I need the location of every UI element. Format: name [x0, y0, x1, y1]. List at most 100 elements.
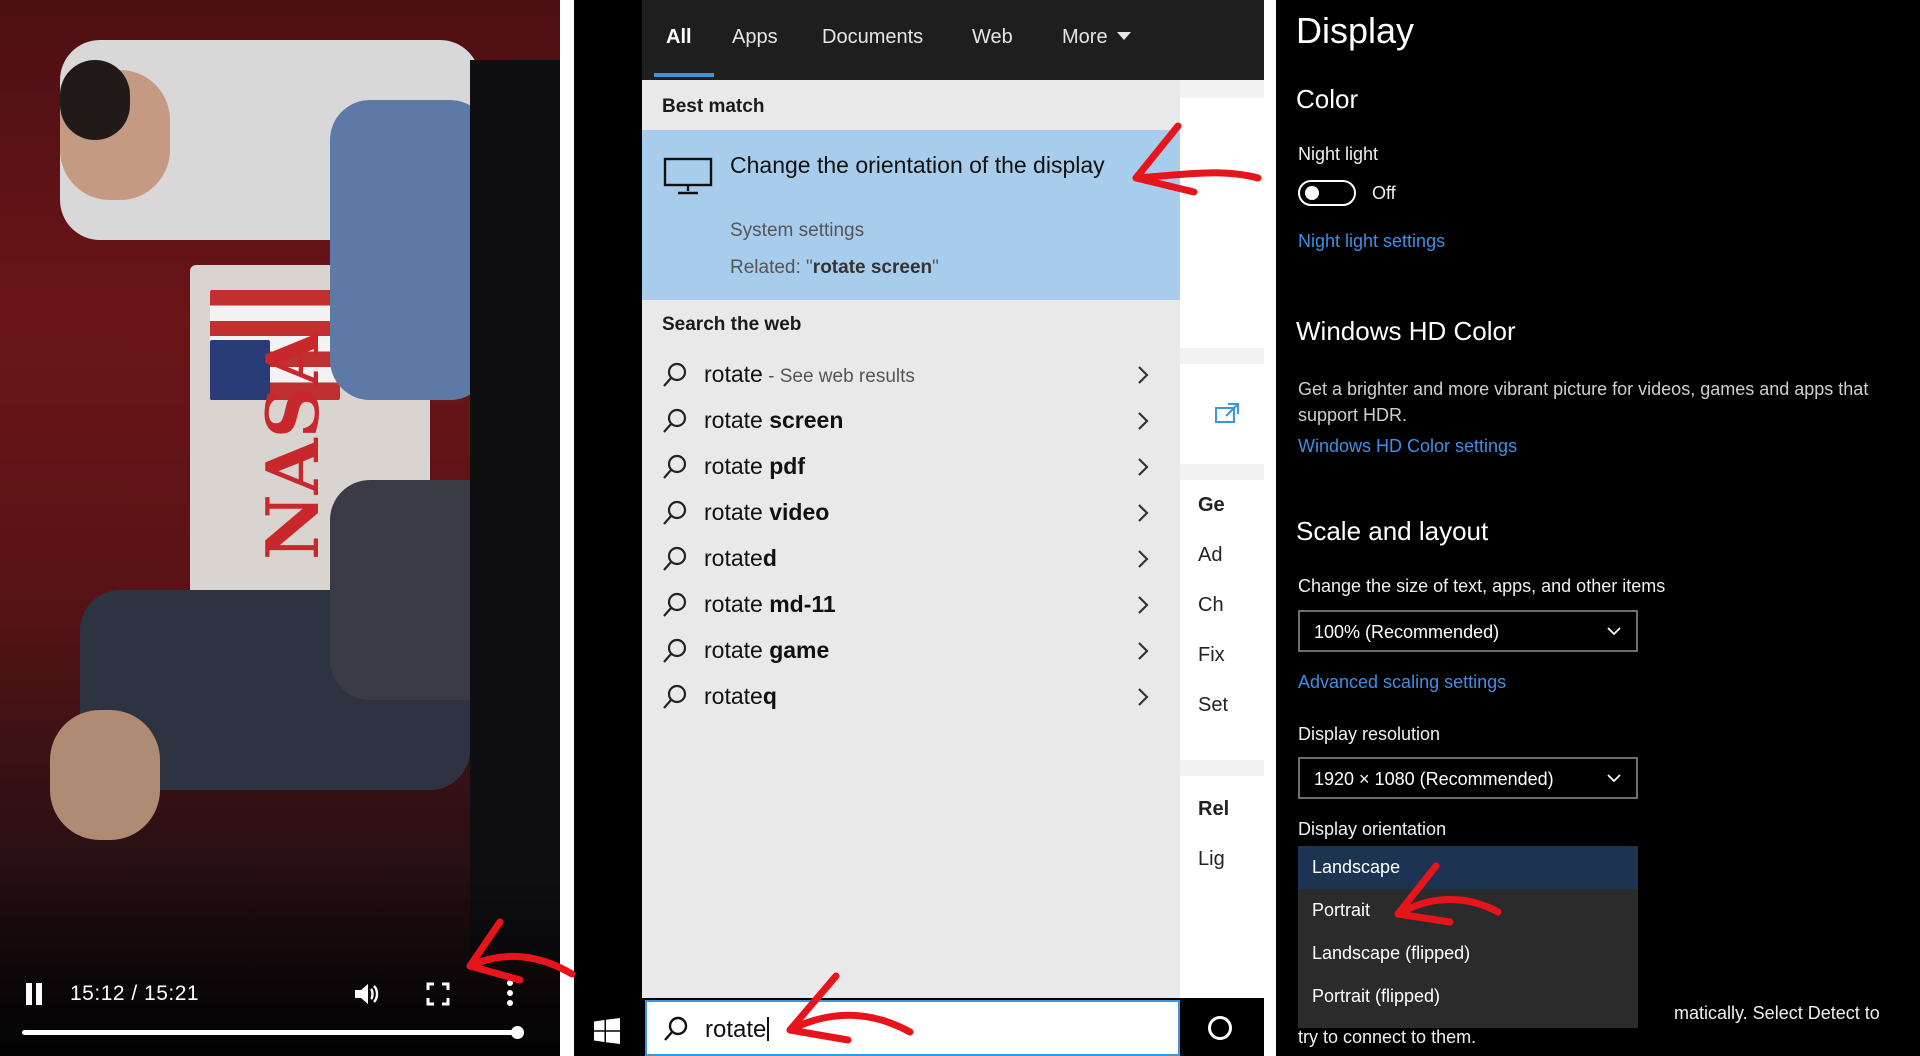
suggestion-bold: q [762, 683, 777, 709]
suggestion-text: rotate - See web results [704, 361, 915, 388]
resolution-label: Display resolution [1298, 724, 1441, 744]
suggestion-bold: game [769, 637, 830, 663]
web-suggestion-row[interactable]: rotate screen [642, 396, 1180, 446]
preview-item[interactable]: Ad [1198, 544, 1264, 567]
suggestion-text: rotate video [704, 499, 829, 526]
web-suggestion-row[interactable]: rotate game [642, 626, 1180, 676]
best-match-result[interactable]: Change the orientation of the display Sy… [642, 130, 1180, 300]
cortana-icon[interactable] [1208, 1016, 1232, 1040]
chevron-right-icon[interactable] [1136, 503, 1150, 523]
resolution-dropdown[interactable]: 1920 × 1080 (Recommended) [1298, 757, 1638, 799]
search-icon [663, 592, 687, 617]
tab-all[interactable]: All [666, 26, 692, 49]
video-progress-knob[interactable] [511, 1026, 524, 1039]
preview-item[interactable]: Ch [1198, 594, 1264, 617]
preview-related-header: Rel [1198, 798, 1230, 820]
hd-color-header: Windows HD Color [1296, 316, 1516, 346]
night-light-settings-link[interactable]: Night light settings [1298, 231, 1445, 252]
volume-icon[interactable] [352, 980, 380, 1008]
nasa-logo: NASA [250, 330, 335, 560]
orientation-option-portrait[interactable]: Portrait [1298, 889, 1638, 932]
web-suggestion-row[interactable]: rotate video [642, 488, 1180, 538]
related-prefix: Related: " [730, 257, 813, 278]
preview-pane: Ge Ad Ch Fix Set Rel Lig [1180, 80, 1264, 998]
related-suffix: " [932, 257, 939, 278]
web-suggestion-row[interactable]: rotated [642, 534, 1180, 584]
web-suggestion-row[interactable]: rotate pdf [642, 442, 1180, 492]
tab-more[interactable]: More [1062, 26, 1132, 49]
hd-color-description: Get a brighter and more vibrant picture … [1298, 379, 1869, 425]
best-match-title: Change the orientation of the display [730, 152, 1105, 178]
web-suggestion-row[interactable]: rotate md-11 [642, 580, 1180, 630]
windows-start-icon[interactable] [594, 1018, 620, 1044]
option-label: Portrait (flipped) [1312, 986, 1441, 1006]
monitor-icon [662, 156, 714, 196]
preview-item[interactable]: Fix [1198, 644, 1264, 667]
search-results-list: Best match Change the orientation of the… [642, 80, 1180, 998]
more-options-icon[interactable] [500, 978, 520, 1008]
advanced-scaling-link[interactable]: Advanced scaling settings [1298, 672, 1506, 693]
search-input[interactable]: rotate [705, 1016, 770, 1044]
orientation-option-landscape-flipped[interactable]: Landscape (flipped) [1298, 932, 1638, 975]
preview-open-card[interactable] [1180, 364, 1264, 464]
fullscreen-icon[interactable] [424, 980, 452, 1008]
preview-item[interactable]: Set [1198, 694, 1264, 717]
orientation-label: Display orientation [1298, 819, 1447, 839]
pause-bar [26, 983, 32, 1005]
search-icon [663, 1016, 689, 1042]
chevron-down-icon [1117, 32, 1132, 40]
suggestion-hint: - See web results [762, 366, 915, 387]
tab-apps[interactable]: Apps [732, 26, 778, 49]
search-web-header: Search the web [662, 314, 802, 335]
scale-value: 100% (Recommended) [1314, 622, 1500, 642]
studio-dark-edge [470, 60, 560, 960]
preview-related-item[interactable]: Lig [1198, 848, 1264, 871]
best-match-subtitle: System settings [730, 220, 865, 241]
chevron-down-icon [1607, 774, 1621, 783]
suggestion-prefix: rotate [704, 453, 770, 479]
display-settings: Display Color Night light Off Night ligh… [1276, 0, 1920, 1056]
tab-documents[interactable]: Documents [822, 26, 923, 49]
suggestion-prefix: rotate [704, 683, 763, 709]
video-progress-bar[interactable] [22, 1026, 524, 1039]
search-box[interactable]: rotate [645, 1000, 1180, 1056]
tab-web[interactable]: Web [972, 26, 1013, 49]
suggestion-bold: video [769, 499, 830, 525]
chevron-right-icon[interactable] [1136, 687, 1150, 707]
web-suggestion-row[interactable]: rotate - See web results [642, 350, 1180, 400]
preview-related: Rel Lig [1180, 776, 1264, 998]
search-tabs: All Apps Documents Web More [642, 0, 1264, 80]
color-header: Color [1296, 84, 1359, 114]
chevron-right-icon[interactable] [1136, 641, 1150, 661]
orientation-dropdown-list[interactable]: Landscape Portrait Landscape (flipped) P… [1298, 846, 1638, 1028]
chevron-right-icon[interactable] [1136, 411, 1150, 431]
web-suggestion-row[interactable]: rotateq [642, 672, 1180, 722]
video-player[interactable]: NASA 15:12 / 15:21 [0, 0, 560, 1056]
open-link-icon[interactable] [1214, 402, 1240, 424]
windows-search-panel: All Apps Documents Web More Best match C… [574, 0, 1278, 1056]
suggestion-prefix: rotate [704, 591, 770, 617]
orientation-option-landscape[interactable]: Landscape [1298, 846, 1638, 889]
suggestion-text: rotated [704, 545, 777, 572]
search-icon [663, 454, 687, 479]
chevron-right-icon[interactable] [1136, 457, 1150, 477]
suggestion-prefix: rotate [704, 407, 770, 433]
pause-button[interactable] [24, 983, 44, 1005]
search-icon [663, 546, 687, 571]
orientation-option-portrait-flipped[interactable]: Portrait (flipped) [1298, 975, 1638, 1018]
person-top-jeans [330, 100, 490, 400]
night-light-label: Night light [1298, 144, 1379, 164]
option-label: Landscape (flipped) [1312, 943, 1471, 963]
night-light-toggle[interactable] [1298, 180, 1356, 206]
suggestion-text: rotate md-11 [704, 591, 836, 618]
detect-text: matically. Select Detect to [1674, 1003, 1880, 1023]
related-term: rotate screen [812, 257, 933, 278]
chevron-right-icon[interactable] [1136, 549, 1150, 569]
suggestion-bold: d [762, 545, 777, 571]
chevron-right-icon[interactable] [1136, 595, 1150, 615]
chevron-right-icon[interactable] [1136, 365, 1150, 385]
panel-divider [560, 0, 574, 1056]
hd-color-settings-link[interactable]: Windows HD Color settings [1298, 436, 1517, 457]
scale-dropdown[interactable]: 100% (Recommended) [1298, 610, 1638, 652]
panel-divider [1264, 0, 1276, 1056]
